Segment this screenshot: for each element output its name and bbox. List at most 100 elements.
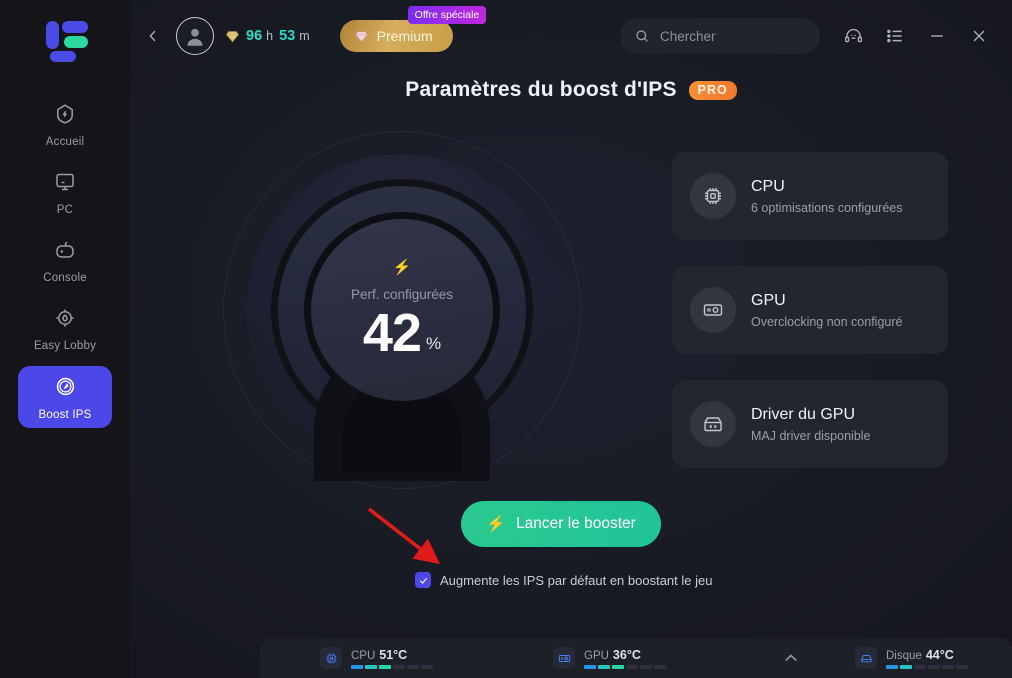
search-input[interactable] bbox=[660, 28, 790, 44]
playtime-hours-unit: h bbox=[266, 29, 274, 43]
speedometer-icon bbox=[53, 374, 78, 404]
sidebar-label-boost-ips: Boost IPS bbox=[38, 408, 92, 421]
auto-boost-label: Augmente les IPS par défaut en boostant … bbox=[440, 572, 713, 588]
performance-gauge: ⚡ Perf. configurées 42 % bbox=[217, 125, 587, 495]
status-cpu: CPU 51°C bbox=[320, 647, 433, 669]
logo-bar-2 bbox=[62, 21, 88, 33]
sidebar-item-pc[interactable]: PC bbox=[18, 162, 112, 224]
search-icon bbox=[636, 30, 648, 42]
launch-booster-label: Lancer le booster bbox=[516, 515, 636, 532]
auto-boost-checkbox-row[interactable]: Augmente les IPS par défaut en boostant … bbox=[415, 572, 712, 588]
status-cpu-line: CPU 51°C bbox=[351, 648, 433, 662]
sidebar-label-easy-lobby: Easy Lobby bbox=[33, 340, 97, 352]
status-bar: CPU 51°C GPU 36°C Disque 44°C bbox=[260, 638, 1012, 678]
status-cpu-value: 51°C bbox=[379, 647, 408, 662]
sidebar-item-accueil[interactable]: Accueil bbox=[18, 94, 112, 156]
status-gpu-line: GPU 36°C bbox=[584, 648, 666, 662]
page-title: Paramètres du boost d'IPS bbox=[405, 78, 677, 101]
support-headset-icon[interactable] bbox=[842, 25, 864, 47]
app-logo bbox=[34, 16, 96, 62]
avatar[interactable] bbox=[176, 17, 214, 55]
gauge-label: Perf. configurées bbox=[350, 287, 454, 302]
status-cpu-bars bbox=[351, 664, 433, 669]
sidebar-item-console[interactable]: Console bbox=[18, 230, 112, 292]
disk-icon bbox=[855, 647, 877, 669]
logo-bar-3 bbox=[64, 36, 88, 48]
status-cpu-text: CPU 51°C bbox=[351, 648, 433, 669]
card-driver-text: Driver du GPU MAJ driver disponible bbox=[751, 406, 871, 443]
home-shield-icon bbox=[53, 102, 77, 131]
card-gpu[interactable]: GPU Overclocking non configuré bbox=[672, 266, 948, 354]
list-menu-icon[interactable] bbox=[884, 25, 906, 47]
auto-boost-checkbox[interactable] bbox=[415, 572, 431, 588]
offer-badge[interactable]: Offre spéciale bbox=[407, 6, 487, 24]
card-driver-gpu[interactable]: Driver du GPU MAJ driver disponible bbox=[672, 380, 948, 468]
status-gpu-text: GPU 36°C bbox=[584, 648, 666, 669]
sidebar-item-boost-ips[interactable]: Boost IPS bbox=[18, 366, 112, 428]
user-avatar-icon bbox=[187, 28, 203, 46]
gpu-card-icon bbox=[690, 287, 736, 333]
card-cpu[interactable]: CPU 6 optimisations configurées bbox=[672, 152, 948, 240]
application-window: Accueil PC Console Easy Lobby Boost IPS bbox=[0, 0, 1012, 678]
premium-button[interactable]: Premium bbox=[339, 20, 453, 52]
playtime-minutes-unit: m bbox=[299, 29, 310, 43]
status-disk-text: Disque 44°C bbox=[886, 648, 968, 669]
status-gpu: GPU 36°C bbox=[553, 647, 666, 669]
status-gpu-name: GPU bbox=[584, 649, 609, 662]
launch-booster-button[interactable]: ⚡ Lancer le booster bbox=[461, 501, 661, 547]
premium-area: Premium Offre spéciale bbox=[339, 6, 487, 52]
top-header: 96 h 53 m Premium Offre spéciale bbox=[130, 0, 1012, 72]
performance-gauge-zone: ⚡ Perf. configurées 42 % bbox=[130, 120, 674, 500]
settings-card-list: CPU 6 optimisations configurées GPU Over… bbox=[672, 152, 948, 468]
premium-label: Premium bbox=[376, 28, 433, 44]
gauge-value: 42 bbox=[362, 303, 422, 363]
playtime-hours: 96 bbox=[246, 28, 263, 44]
pro-badge: PRO bbox=[688, 80, 737, 100]
logo-bar-4 bbox=[50, 51, 76, 62]
playtime-minutes: 53 bbox=[279, 28, 296, 44]
check-icon bbox=[419, 577, 427, 584]
card-driver-subtitle: MAJ driver disponible bbox=[751, 428, 871, 443]
card-cpu-text: CPU 6 optimisations configurées bbox=[751, 178, 902, 215]
cpu-chip-icon bbox=[320, 647, 342, 669]
status-disk-bars bbox=[886, 664, 968, 669]
status-gpu-value: 36°C bbox=[612, 647, 641, 662]
card-gpu-subtitle: Overclocking non configuré bbox=[751, 314, 903, 329]
chevron-up-icon[interactable] bbox=[781, 648, 801, 668]
minimize-icon[interactable] bbox=[926, 25, 948, 47]
card-driver-title: Driver du GPU bbox=[751, 405, 856, 423]
card-gpu-title: GPU bbox=[751, 291, 786, 309]
card-cpu-subtitle: 6 optimisations configurées bbox=[751, 200, 903, 215]
page-title-row: Paramètres du boost d'IPS PRO bbox=[130, 78, 1012, 102]
back-button[interactable] bbox=[138, 21, 168, 51]
status-disk-name: Disque bbox=[886, 649, 922, 662]
lightning-bolt-icon: ⚡ bbox=[392, 259, 412, 276]
chevron-left-icon bbox=[149, 30, 156, 42]
gamepad-icon bbox=[53, 238, 77, 267]
close-icon[interactable] bbox=[968, 25, 990, 47]
sidebar-item-easy-lobby[interactable]: Easy Lobby bbox=[18, 298, 112, 360]
playtime-indicator: 96 h 53 m bbox=[225, 28, 310, 44]
status-gpu-bars bbox=[584, 664, 666, 669]
diamond-icon bbox=[355, 31, 368, 42]
status-disk-line: Disque 44°C bbox=[886, 648, 968, 662]
monitor-icon bbox=[53, 170, 77, 199]
sidebar-label-console: Console bbox=[43, 272, 87, 284]
target-icon bbox=[53, 306, 77, 335]
sidebar-label-pc: PC bbox=[56, 204, 74, 216]
main-content: 96 h 53 m Premium Offre spéciale Cherche… bbox=[130, 0, 1012, 678]
driver-box-icon bbox=[690, 401, 736, 447]
logo-bar-1 bbox=[46, 21, 59, 49]
lightning-bolt-icon: ⚡ bbox=[486, 516, 507, 533]
search-box[interactable] bbox=[620, 18, 820, 54]
gauge-unit: % bbox=[425, 334, 442, 353]
gauge-value-row: 42 % bbox=[363, 306, 441, 360]
gpu-card-icon bbox=[553, 647, 575, 669]
gauge-core: ⚡ Perf. configurées 42 % bbox=[311, 219, 493, 401]
cpu-chip-icon bbox=[690, 173, 736, 219]
card-gpu-text: GPU Overclocking non configuré bbox=[751, 292, 902, 329]
sidebar: Accueil PC Console Easy Lobby Boost IPS bbox=[0, 0, 130, 678]
header-icon-group bbox=[842, 25, 990, 47]
status-cpu-name: CPU bbox=[351, 649, 376, 662]
card-cpu-title: CPU bbox=[751, 177, 785, 195]
